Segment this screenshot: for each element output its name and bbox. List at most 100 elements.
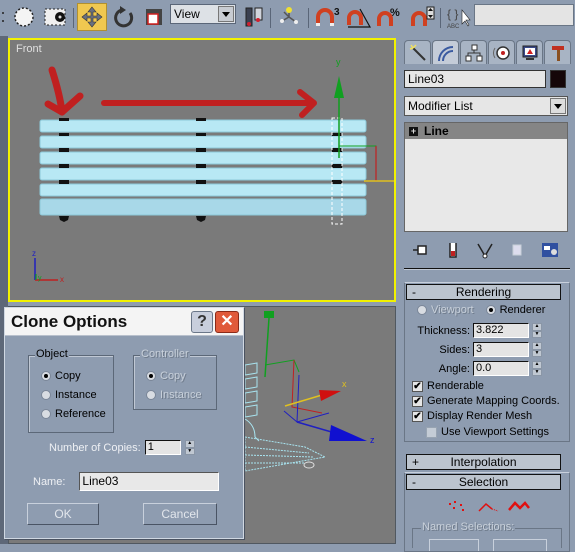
select-move-icon[interactable] — [77, 3, 107, 31]
gizmo-x-label: x — [342, 379, 347, 389]
angle-row: Angle: 0.0 ▲ ▼ — [408, 361, 542, 376]
radio-label: Instance — [55, 389, 97, 401]
front-viewport[interactable]: Front y z y x — [8, 38, 396, 302]
snap-3d-icon[interactable]: 3 — [314, 3, 342, 31]
percent-snap-icon[interactable]: % — [376, 3, 404, 31]
use-viewport-settings-checkbox[interactable]: Use Viewport Settings — [426, 426, 549, 438]
thickness-spinner[interactable]: ▲ ▼ — [532, 323, 542, 338]
gizmo-x-axis[interactable] — [284, 394, 323, 407]
help-button[interactable]: ? — [191, 311, 213, 333]
name-input[interactable]: Line03 — [79, 472, 220, 491]
select-region-icon[interactable] — [42, 3, 70, 31]
hierarchy-tab[interactable] — [460, 40, 487, 64]
gizmo-y-axis[interactable] — [264, 317, 270, 378]
configure-modifier-sets-icon[interactable] — [540, 241, 560, 259]
make-unique-icon[interactable] — [476, 241, 494, 259]
interpolation-rollout-header[interactable]: + Interpolation — [406, 454, 561, 470]
radio-dot — [417, 305, 427, 315]
select-manipulate-icon[interactable] — [276, 3, 302, 31]
rollout-title: Interpolation — [450, 455, 517, 469]
spinner-snap-icon[interactable] — [410, 3, 436, 31]
select-dots-icon[interactable] — [0, 3, 8, 31]
renderer-radio[interactable]: Renderer — [485, 304, 545, 316]
thickness-label: Thickness: — [417, 324, 470, 337]
named-selection-set-field[interactable] — [474, 4, 574, 26]
controller-copy-radio[interactable]: Copy — [146, 370, 186, 382]
checkbox-checked[interactable]: ✔ — [412, 395, 423, 407]
gizmo-plane-red[interactable] — [291, 359, 323, 414]
sides-spinner[interactable]: ▲ ▼ — [532, 342, 542, 357]
slat — [39, 183, 367, 197]
rollout-title: Rendering — [455, 285, 512, 299]
select-circle-icon[interactable] — [10, 3, 38, 31]
spline-level-icon[interactable] — [508, 500, 530, 514]
dialog-title-bar[interactable]: Clone Options ? ✕ — [5, 308, 243, 336]
close-button[interactable]: ✕ — [215, 311, 239, 333]
object-name-field[interactable]: Line03 — [404, 70, 546, 88]
object-color-swatch[interactable] — [550, 70, 566, 88]
ok-button[interactable]: OK — [27, 503, 99, 525]
radio-label: Copy — [160, 370, 186, 382]
radio-dot — [485, 305, 496, 315]
utilities-tab[interactable] — [544, 40, 571, 64]
copies-row: Number of Copies: 1 ▲ ▼ — [49, 440, 195, 455]
create-tab[interactable] — [404, 40, 431, 64]
object-copy-radio[interactable]: Copy — [41, 370, 81, 382]
svg-text:ABC: ABC — [447, 24, 460, 30]
checkbox-unchecked[interactable] — [426, 426, 437, 438]
select-rotate-icon[interactable] — [110, 3, 138, 31]
selection-rollout-header[interactable]: - Selection — [406, 474, 561, 490]
remove-modifier-icon[interactable] — [509, 241, 525, 259]
generate-mapping-checkbox[interactable]: ✔ Generate Mapping Coords. — [412, 395, 560, 407]
object-instance-radio[interactable]: Instance — [41, 389, 97, 401]
sides-input[interactable]: 3 — [473, 342, 529, 357]
angle-snap-icon[interactable] — [346, 3, 372, 31]
command-panel: Line03 Modifier List + Line - Rendering … — [400, 36, 575, 552]
thickness-input[interactable]: 3.822 — [473, 323, 529, 338]
support-block — [59, 118, 69, 121]
copies-spinner[interactable]: ▲ ▼ — [184, 440, 195, 455]
display-tab[interactable] — [516, 40, 543, 64]
gizmo-z-arrowhead[interactable] — [329, 425, 367, 441]
renderable-checkbox[interactable]: ✔ Renderable — [412, 380, 484, 392]
checkbox-checked[interactable]: ✔ — [412, 380, 423, 392]
gizmo-z-axis[interactable] — [296, 421, 336, 434]
angle-spinner[interactable]: ▲ ▼ — [532, 361, 542, 376]
rendering-rollout-header[interactable]: - Rendering — [406, 284, 561, 300]
segment-level-icon[interactable] — [478, 500, 500, 514]
separator — [404, 268, 570, 270]
object-reference-radio[interactable]: Reference — [41, 408, 106, 420]
display-monitor-icon — [522, 45, 537, 60]
display-render-mesh-checkbox[interactable]: ✔ Display Render Mesh — [412, 410, 532, 422]
edit-named-selection-icon[interactable]: { } ABC — [444, 3, 472, 31]
modifier-list-dropdown[interactable]: Modifier List — [404, 96, 568, 116]
gizmo-x-arrowhead[interactable] — [319, 390, 341, 401]
checkbox-checked[interactable]: ✔ — [412, 410, 423, 422]
copies-input[interactable]: 1 — [144, 440, 181, 455]
copy-button[interactable] — [429, 539, 479, 551]
pin-stack-icon[interactable] — [412, 242, 430, 258]
paste-button[interactable] — [493, 539, 547, 551]
controller-instance-radio[interactable]: Instance — [146, 389, 202, 401]
transform-gizmo[interactable]: x z — [264, 311, 375, 445]
pivot-center-icon[interactable] — [242, 3, 266, 31]
object-group: Object Copy Instance Reference — [28, 348, 114, 433]
select-scale-icon[interactable] — [142, 3, 166, 31]
show-end-result-icon[interactable] — [445, 241, 461, 259]
expand-icon[interactable]: + — [409, 126, 418, 136]
modify-tab[interactable] — [432, 40, 459, 64]
cancel-button[interactable]: Cancel — [143, 503, 217, 525]
gizmo-green-box[interactable] — [264, 311, 274, 318]
gizmo-y-label: y — [336, 57, 341, 67]
stack-item-line[interactable]: + Line — [405, 123, 567, 139]
reference-coord-dropdown[interactable]: View — [170, 4, 236, 24]
thickness-row: Thickness: 3.822 ▲ ▼ — [408, 323, 542, 338]
viewport-radio[interactable]: Viewport — [417, 304, 474, 316]
gizmo-y-arrowhead[interactable] — [334, 76, 344, 98]
angle-input[interactable]: 0.0 — [473, 361, 529, 376]
motion-tab[interactable] — [488, 40, 515, 64]
name-label: Name: — [33, 475, 66, 488]
sides-row: Sides: 3 ▲ ▼ — [408, 342, 542, 357]
modifier-stack[interactable]: + Line — [404, 122, 568, 232]
vertex-level-icon[interactable] — [448, 500, 470, 514]
